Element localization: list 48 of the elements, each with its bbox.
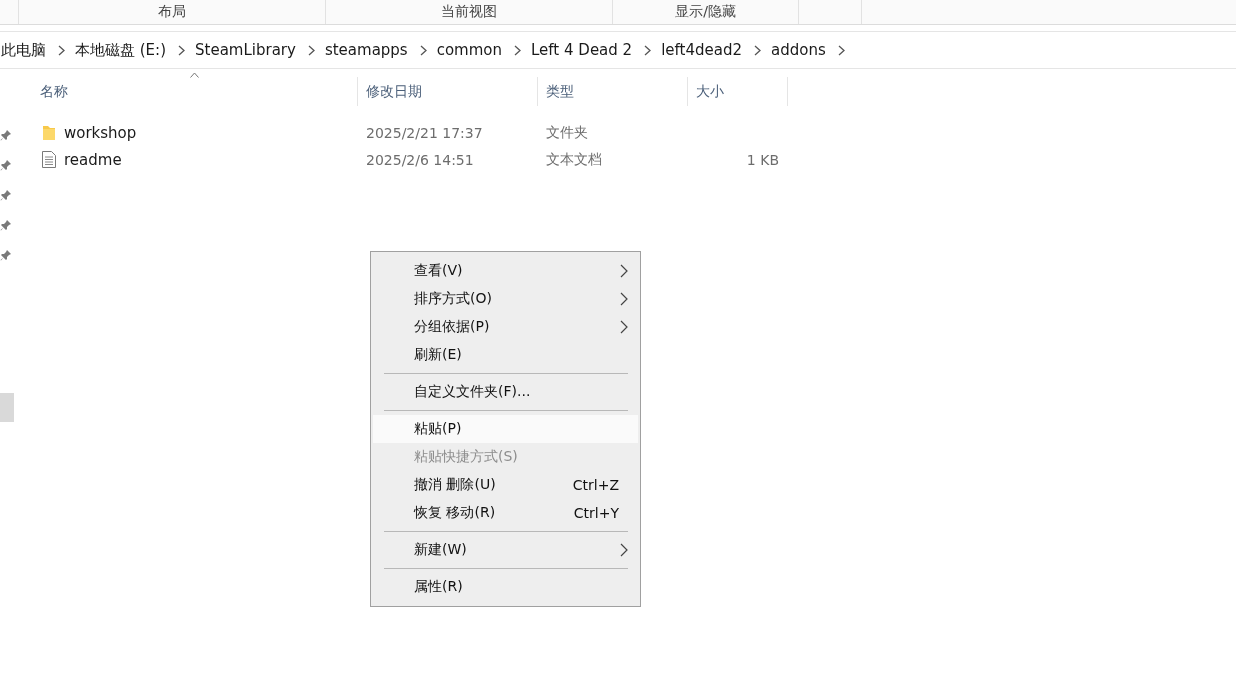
menu-item[interactable]: 自定义文件夹(F)...	[373, 378, 638, 406]
breadcrumb-item[interactable]: steamapps	[324, 41, 408, 59]
breadcrumb-item[interactable]: 本地磁盘 (E:)	[75, 40, 166, 60]
breadcrumb-item[interactable]: addons	[771, 41, 826, 59]
chevron-right-icon[interactable]	[58, 44, 65, 56]
column-header[interactable]: 修改日期	[358, 77, 538, 106]
folder-icon	[42, 124, 56, 141]
ribbon-group-label: 布局	[158, 3, 186, 21]
menu-item[interactable]: 分组依据(P)	[373, 313, 638, 341]
file-name[interactable]: workshop	[64, 123, 137, 142]
breadcrumb-item[interactable]: 此电脑	[1, 40, 46, 60]
breadcrumb-item[interactable]: Left 4 Dead 2	[531, 41, 633, 59]
file-type: 文本文档	[546, 150, 602, 167]
menu-item[interactable]: 新建(W)	[373, 536, 638, 564]
menu-item[interactable]: 属性(R)	[373, 573, 638, 601]
chevron-right-icon[interactable]	[754, 44, 761, 56]
chevron-right-icon[interactable]	[644, 44, 652, 56]
pin-icon[interactable]	[0, 249, 12, 261]
file-size: 1 KB	[746, 151, 779, 168]
menu-item[interactable]: 粘贴(P)	[373, 415, 638, 443]
modified-date: 2025/2/6 14:51	[366, 151, 474, 168]
breadcrumb-item[interactable]: common	[436, 41, 503, 59]
modified-date: 2025/2/21 17:37	[366, 124, 483, 141]
pin-icon[interactable]	[0, 189, 12, 201]
file-name[interactable]: readme	[64, 150, 122, 169]
menu-item[interactable]: 刷新(E)	[373, 341, 638, 369]
menu-item[interactable]: 排序方式(O)	[373, 285, 638, 313]
chevron-right-icon[interactable]	[514, 44, 522, 56]
menu-item[interactable]: 查看(V)	[373, 257, 638, 285]
chevron-right-icon[interactable]	[307, 44, 315, 56]
pin-icon[interactable]	[0, 129, 12, 141]
text-file-icon	[42, 151, 56, 168]
chevron-right-icon[interactable]	[837, 44, 845, 56]
pin-icon[interactable]	[0, 219, 12, 231]
breadcrumb-item[interactable]: left4dead2	[661, 41, 742, 59]
column-header[interactable]: 大小	[688, 77, 788, 106]
column-header[interactable]: 类型	[538, 77, 688, 106]
chevron-right-icon[interactable]	[419, 44, 427, 56]
ribbon-group-label: 显示/隐藏	[675, 3, 736, 21]
chevron-right-icon[interactable]	[178, 44, 185, 56]
breadcrumb-item[interactable]: SteamLibrary	[195, 41, 296, 59]
pin-icon[interactable]	[0, 159, 12, 171]
column-header[interactable]: 名称	[18, 77, 358, 106]
menu-item[interactable]: 撤消 删除(U) Ctrl+Z	[373, 471, 638, 499]
menu-item[interactable]: 恢复 移动(R) Ctrl+Y	[373, 499, 638, 527]
ribbon-group-label: 当前视图	[441, 3, 497, 21]
sort-caret-icon	[190, 72, 199, 78]
file-type: 文件夹	[546, 123, 588, 140]
